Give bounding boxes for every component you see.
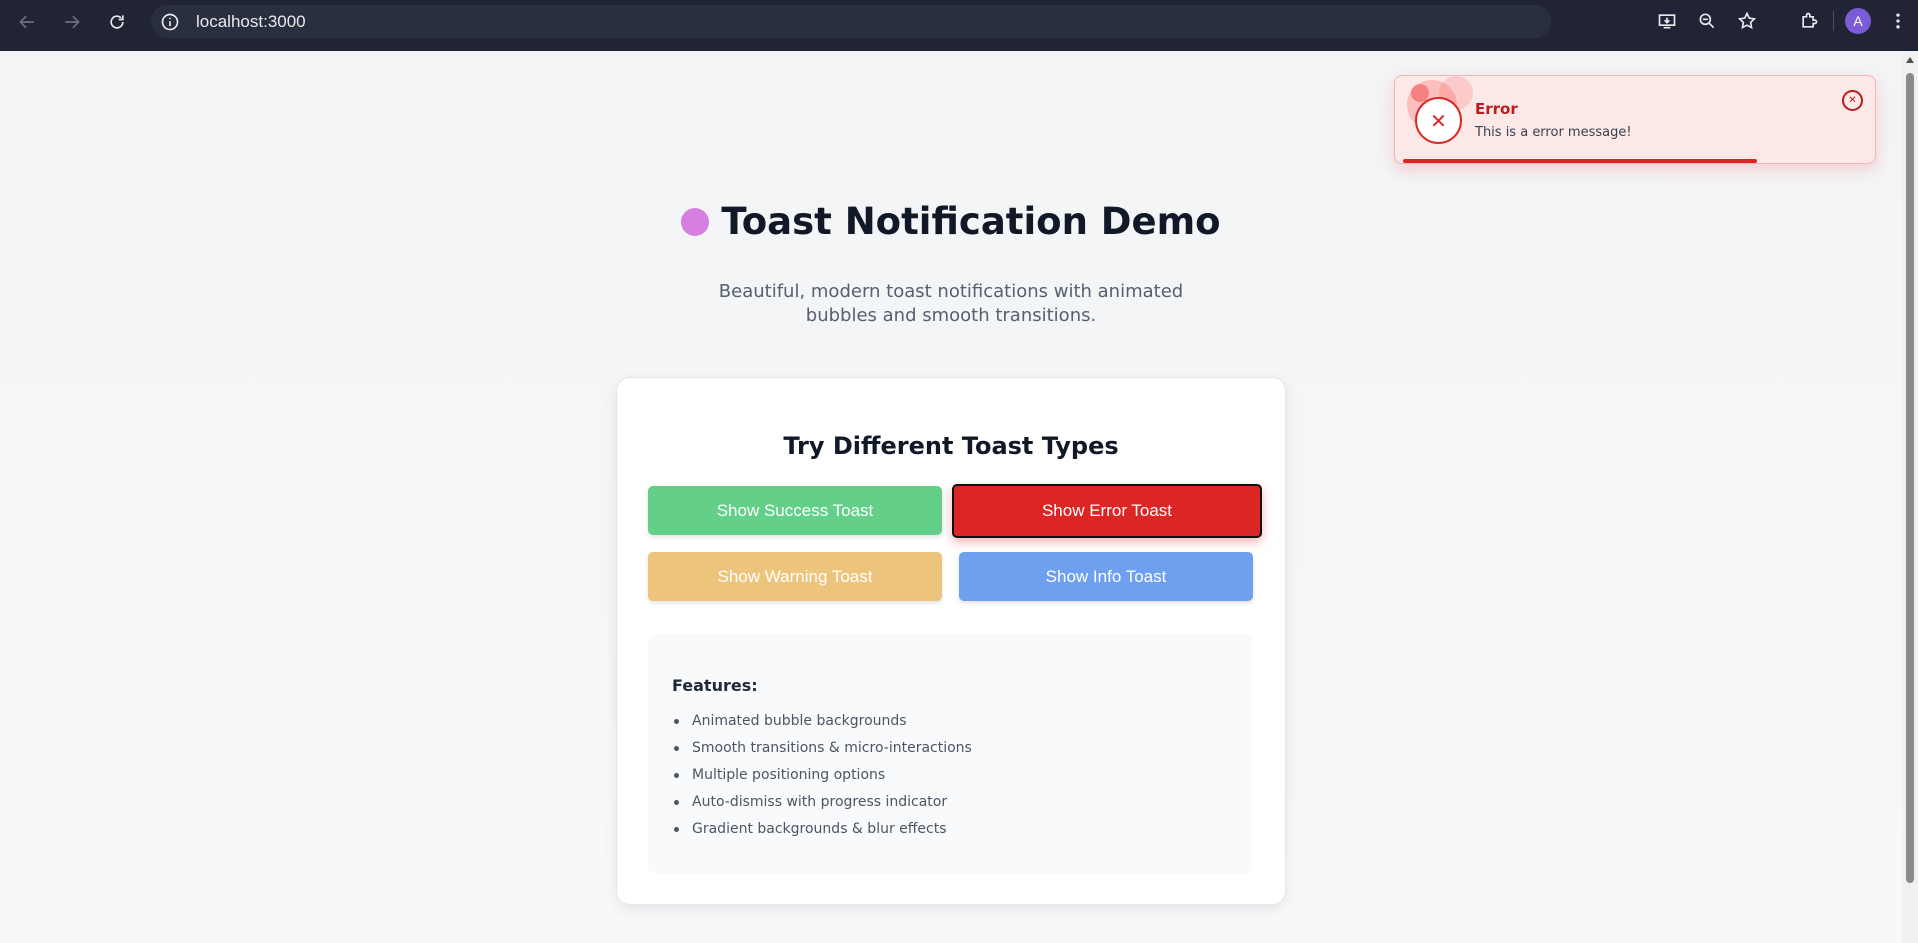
extensions-button[interactable] <box>1789 1 1829 41</box>
list-item: Smooth transitions & micro-interactions <box>672 735 972 762</box>
show-warning-toast-button[interactable]: Show Warning Toast <box>648 552 942 601</box>
reload-icon <box>110 15 124 29</box>
install-icon <box>1658 14 1676 29</box>
puzzle-icon <box>1802 12 1818 28</box>
back-button[interactable] <box>5 0 49 44</box>
features-heading: Features: <box>672 676 758 695</box>
browser-toolbar: localhost:3000 A <box>0 0 1918 51</box>
scrollbar-thumb[interactable] <box>1906 73 1914 883</box>
list-item: Multiple positioning options <box>672 762 972 789</box>
page-header: Toast Notification Demo <box>0 200 1902 243</box>
menu-button[interactable] <box>1878 1 1918 41</box>
toast-progress-bar <box>1403 159 1757 163</box>
address-bar[interactable]: localhost:3000 <box>151 5 1551 38</box>
page-subtitle: Beautiful, modern toast notifications wi… <box>0 280 1902 328</box>
url-text[interactable]: localhost:3000 <box>196 12 306 32</box>
card-heading: Try Different Toast Types <box>783 432 1119 460</box>
demo-card: Try Different Toast Types Show Success T… <box>616 377 1286 905</box>
page-scrollbar[interactable] <box>1902 51 1918 943</box>
features-list: Animated bubble backgrounds Smooth trans… <box>672 708 972 843</box>
error-close-icon: ✕ <box>1415 97 1462 144</box>
toolbar-divider <box>1833 11 1834 31</box>
toast-title: Error <box>1475 100 1518 118</box>
list-item: Animated bubble backgrounds <box>672 708 972 735</box>
arrow-right-icon <box>65 15 80 29</box>
close-icon: ✕ <box>1848 95 1857 106</box>
error-toast[interactable]: ✕ Error This is a error message! ✕ <box>1394 75 1876 164</box>
zoom-out-icon <box>1699 13 1715 29</box>
toast-close-button[interactable]: ✕ <box>1842 90 1863 111</box>
show-success-toast-button[interactable]: Show Success Toast <box>648 486 942 535</box>
show-info-toast-button[interactable]: Show Info Toast <box>959 552 1253 601</box>
reload-button[interactable] <box>95 0 139 44</box>
install-app-button[interactable] <box>1647 1 1687 41</box>
toast-message: This is a error message! <box>1475 125 1632 140</box>
scroll-up-icon[interactable] <box>1906 57 1914 63</box>
list-item: Auto-dismiss with progress indicator <box>672 789 972 816</box>
info-icon[interactable] <box>160 12 180 32</box>
page-title: Toast Notification Demo <box>681 200 1221 243</box>
features-panel: Features: Animated bubble backgrounds Sm… <box>648 634 1252 874</box>
subtitle-line-2: bubbles and smooth transitions. <box>805 305 1097 326</box>
subtitle-line-1: Beautiful, modern toast notifications wi… <box>718 281 1184 302</box>
forward-button[interactable] <box>50 0 94 44</box>
zoom-button[interactable] <box>1687 1 1727 41</box>
arrow-left-icon <box>19 15 34 29</box>
more-vertical-icon <box>1896 13 1900 29</box>
title-dot-icon <box>681 207 710 236</box>
profile-button[interactable]: A <box>1838 1 1878 41</box>
list-item: Gradient backgrounds & blur effects <box>672 816 972 843</box>
browser-actions: A <box>1647 0 1918 42</box>
bookmark-button[interactable] <box>1727 1 1767 41</box>
show-error-toast-button[interactable]: Show Error Toast <box>952 484 1262 538</box>
page-title-text: Toast Notification Demo <box>721 200 1221 243</box>
star-icon <box>1737 11 1757 30</box>
avatar: A <box>1845 8 1871 34</box>
